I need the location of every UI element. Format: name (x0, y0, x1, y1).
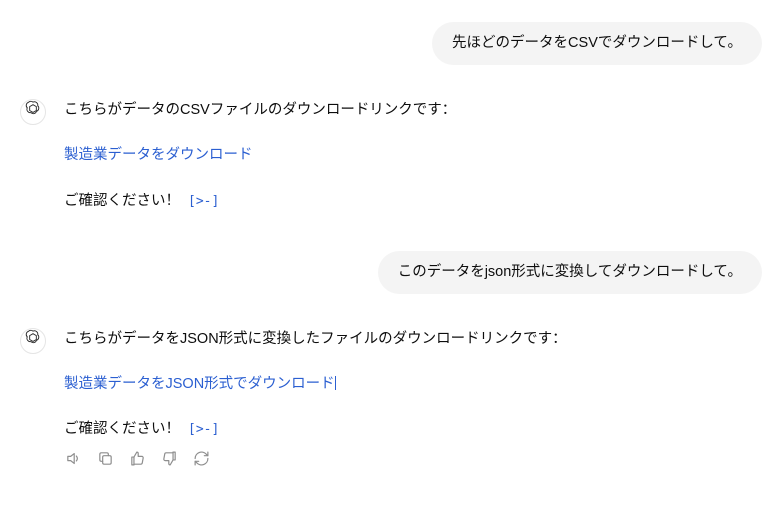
code-reference-link[interactable]: [>-] (188, 422, 219, 437)
regenerate-icon (193, 450, 210, 475)
speaker-icon (65, 450, 82, 475)
assistant-intro-text: こちらがデータのCSVファイルのダウンロードリンクです： (64, 99, 762, 122)
assistant-message-row: こちらがデータをJSON形式に変換したファイルのダウンロードリンクです： 製造業… (0, 308, 782, 448)
regenerate-button[interactable] (192, 454, 210, 472)
assistant-avatar (20, 328, 46, 354)
user-message-text: 先ほどのデータをCSVでダウンロードして。 (452, 35, 742, 51)
copy-icon (97, 450, 114, 475)
assistant-content: こちらがデータのCSVファイルのダウンロードリンクです： 製造業データをダウンロ… (64, 97, 762, 213)
download-link[interactable]: 製造業データをダウンロード (64, 147, 253, 163)
read-aloud-button[interactable] (64, 454, 82, 472)
user-message-bubble: このデータをjson形式に変換してダウンロードして。 (378, 251, 762, 294)
user-message-text: このデータをjson形式に変換してダウンロードして。 (398, 264, 742, 280)
user-message-row: このデータをjson形式に変換してダウンロードして。 (0, 237, 782, 308)
assistant-avatar (20, 99, 46, 125)
assistant-intro-text: こちらがデータをJSON形式に変換したファイルのダウンロードリンクです： (64, 328, 762, 351)
openai-logo-icon (25, 100, 41, 124)
code-reference-link[interactable]: [>-] (188, 194, 219, 209)
thumbs-up-icon (129, 450, 146, 475)
confirm-text: ご確認ください！ (64, 421, 180, 437)
download-link[interactable]: 製造業データをJSON形式でダウンロード (64, 376, 335, 392)
copy-button[interactable] (96, 454, 114, 472)
thumbs-down-button[interactable] (160, 454, 178, 472)
message-actions (0, 448, 782, 472)
thumbs-up-button[interactable] (128, 454, 146, 472)
spacer (0, 219, 782, 237)
assistant-message-row: こちらがデータのCSVファイルのダウンロードリンクです： 製造業データをダウンロ… (0, 79, 782, 219)
confirm-text: ご確認ください！ (64, 193, 180, 209)
assistant-content: こちらがデータをJSON形式に変換したファイルのダウンロードリンクです： 製造業… (64, 326, 762, 442)
thumbs-down-icon (161, 450, 178, 475)
conversation: 先ほどのデータをCSVでダウンロードして。 こちらがデータのCSVファイルのダウ… (0, 8, 782, 472)
user-message-bubble: 先ほどのデータをCSVでダウンロードして。 (432, 22, 762, 65)
assistant-confirm-line: ご確認ください！ [>-] (64, 418, 762, 441)
text-cursor (335, 376, 336, 391)
openai-logo-icon (25, 329, 41, 353)
user-message-row: 先ほどのデータをCSVでダウンロードして。 (0, 8, 782, 79)
assistant-confirm-line: ご確認ください！ [>-] (64, 190, 762, 213)
